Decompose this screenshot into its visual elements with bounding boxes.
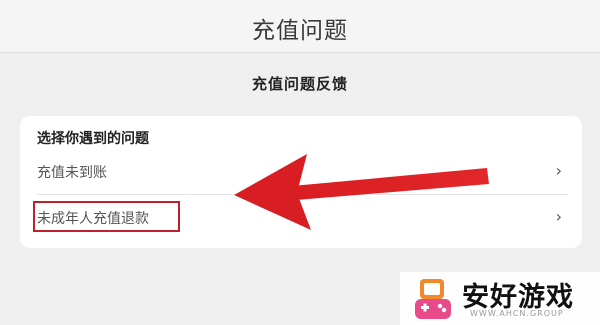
- game-console-icon: [415, 279, 451, 319]
- watermark: 安好游戏 WWW.AHCN.GROUP: [400, 272, 600, 325]
- watermark-subtext: WWW.AHCN.GROUP: [470, 309, 564, 318]
